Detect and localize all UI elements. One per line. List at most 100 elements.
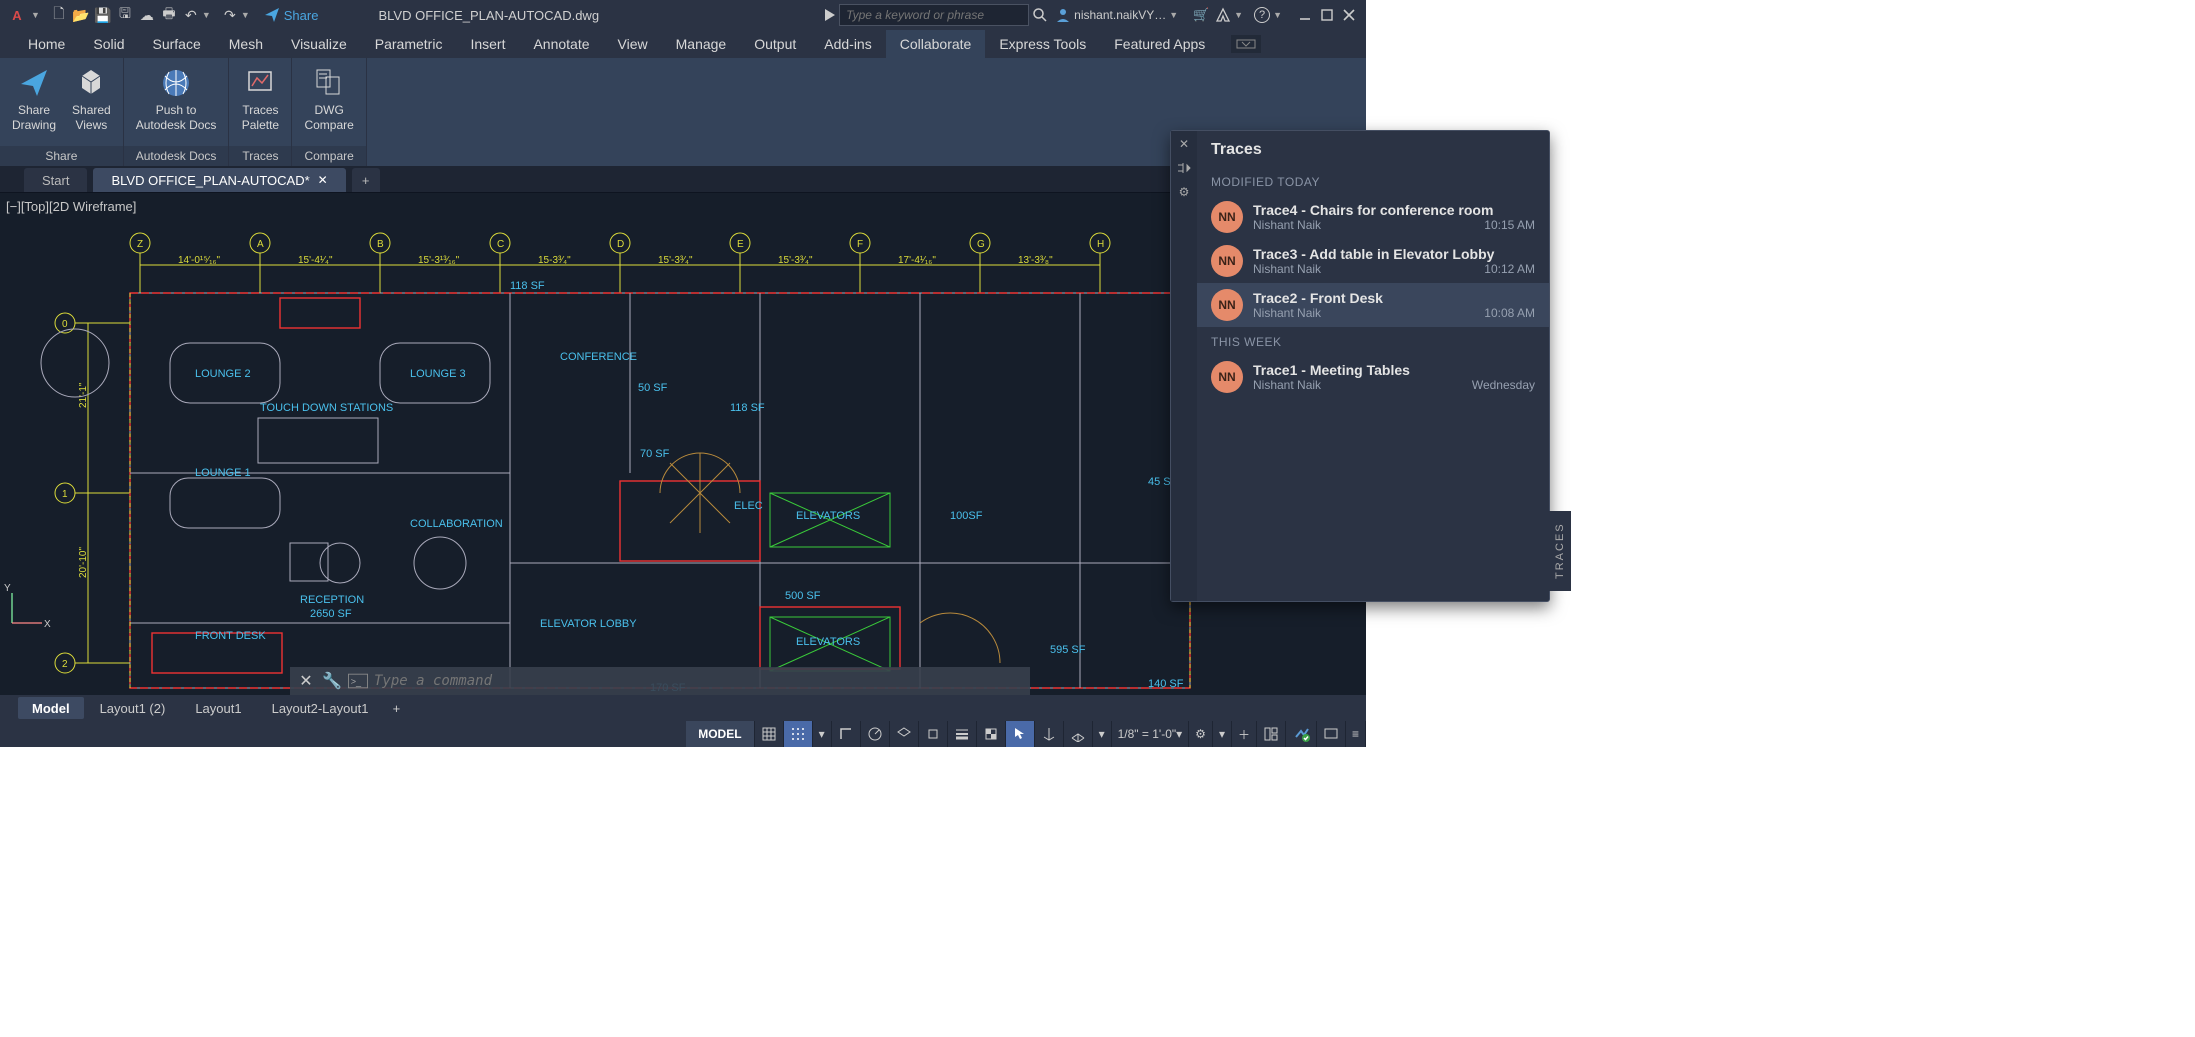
redo-caret[interactable]: ▼ [241, 10, 250, 20]
open-icon[interactable]: 📂 [70, 4, 92, 26]
traces-side-tab[interactable]: TRACES [1549, 511, 1571, 591]
ribbon-tab-manage[interactable]: Manage [662, 30, 741, 58]
trace-time: 10:12 AM [1484, 262, 1535, 276]
svg-text:ELEC: ELEC [734, 500, 763, 512]
status-dropdown3[interactable]: ▾ [1213, 721, 1232, 747]
undo-icon[interactable]: ↶ [180, 4, 202, 26]
saveas-icon[interactable]: 🖫 [114, 4, 136, 26]
svg-text:14'-0¹⁵⁄₁₆": 14'-0¹⁵⁄₁₆" [178, 255, 220, 266]
ribbon-push-to-docs[interactable]: Push toAutodesk Docs [130, 62, 223, 137]
ribbon-tab-collaborate[interactable]: Collaborate [886, 30, 986, 58]
svg-text:F: F [857, 239, 863, 250]
layout-tab[interactable]: Model [18, 697, 84, 719]
status-osnap-icon[interactable] [919, 721, 948, 747]
trace-item[interactable]: NNTrace4 - Chairs for conference roomNis… [1197, 195, 1549, 239]
autodesk-icon[interactable] [1212, 4, 1234, 26]
status-3dgrid-icon[interactable] [1064, 721, 1093, 747]
status-selection-icon[interactable] [1006, 721, 1035, 747]
ribbon-tab-parametric[interactable]: Parametric [361, 30, 457, 58]
doc-tab[interactable]: Start [24, 168, 87, 192]
svg-text:50 SF: 50 SF [638, 382, 668, 394]
svg-text:E: E [737, 239, 744, 250]
status-dropdown2[interactable]: ▾ [1093, 721, 1112, 747]
share-button[interactable]: Share [264, 7, 319, 23]
layout-tab-add-button[interactable]: + [384, 697, 408, 719]
status-plus-icon[interactable]: ＋ [1232, 721, 1257, 747]
redo-icon[interactable]: ↷ [219, 4, 241, 26]
ribbon-share-drawing[interactable]: ShareDrawing [6, 62, 62, 137]
ribbon-tab-view[interactable]: View [604, 30, 662, 58]
panel-close-icon[interactable]: ✕ [1175, 135, 1193, 153]
layout-tab[interactable]: Layout1 (2) [86, 697, 180, 719]
save-icon[interactable]: 💾 [92, 4, 114, 26]
doc-tab[interactable]: BLVD OFFICE_PLAN-AUTOCAD*✕ [93, 168, 345, 192]
ribbon-traces-palette[interactable]: TracesPalette [235, 62, 285, 137]
ribbon-dwg-compare[interactable]: DWGCompare [298, 62, 359, 137]
status-lineweight-icon[interactable] [948, 721, 977, 747]
svg-text:B: B [377, 239, 384, 250]
search-icon[interactable] [1029, 4, 1051, 26]
new-icon[interactable]: 🗋 [48, 4, 70, 26]
status-menu-icon[interactable]: ≡ [1346, 721, 1366, 747]
ribbon-tab-home[interactable]: Home [14, 30, 79, 58]
status-gizmo-icon[interactable] [1035, 721, 1064, 747]
ribbon-tab-mesh[interactable]: Mesh [215, 30, 277, 58]
status-ortho-icon[interactable] [832, 721, 861, 747]
app-menu-caret[interactable]: ▼ [31, 10, 40, 20]
maximize-button[interactable] [1320, 8, 1334, 22]
status-scale[interactable]: 1/8" = 1'-0" ▾ [1112, 721, 1190, 747]
command-line[interactable]: ✕ 🔧 >_ [290, 667, 1030, 695]
ribbon-tab-visualize[interactable]: Visualize [277, 30, 361, 58]
user-menu[interactable]: nishant.naikVY… ▼ [1055, 7, 1186, 23]
status-snap-icon[interactable] [784, 721, 813, 747]
status-dropdown-caret[interactable]: ▾ [813, 721, 832, 747]
undo-caret[interactable]: ▼ [202, 10, 211, 20]
layout-tab[interactable]: Layout2-Layout1 [258, 697, 383, 719]
ribbon-tab-annotate[interactable]: Annotate [519, 30, 603, 58]
ribbon-toggle-icon[interactable] [1231, 35, 1261, 53]
status-sync-icon[interactable] [1286, 721, 1317, 747]
doc-tab-add-button[interactable]: + [352, 168, 380, 192]
svg-text:>_: >_ [351, 677, 362, 687]
cmd-customize-icon[interactable]: 🔧 [322, 671, 342, 691]
ribbon-tab-insert[interactable]: Insert [456, 30, 519, 58]
layout-tab[interactable]: Layout1 [181, 697, 255, 719]
cmd-close-icon[interactable]: ✕ [296, 671, 316, 691]
status-grid-icon[interactable] [755, 721, 784, 747]
status-cleanscreen-icon[interactable] [1317, 721, 1346, 747]
command-input[interactable] [374, 673, 1024, 689]
status-polar-icon[interactable] [861, 721, 890, 747]
panel-pin-icon[interactable] [1175, 159, 1193, 177]
ribbon-shared-views[interactable]: SharedViews [66, 62, 117, 137]
trace-item[interactable]: NNTrace2 - Front DeskNishant Naik10:08 A… [1197, 283, 1549, 327]
web-mobile-icon[interactable]: ☁ [136, 4, 158, 26]
help-search-input[interactable] [839, 4, 1029, 26]
ribbon-tabbar: HomeSolidSurfaceMeshVisualizeParametricI… [0, 30, 1366, 58]
ribbon-tab-surface[interactable]: Surface [139, 30, 215, 58]
trace-item[interactable]: NNTrace3 - Add table in Elevator LobbyNi… [1197, 239, 1549, 283]
ribbon-tab-express-tools[interactable]: Express Tools [985, 30, 1100, 58]
doc-tab-close-icon[interactable]: ✕ [318, 173, 328, 187]
plot-icon[interactable]: 🖶 [158, 4, 180, 26]
ribbon-tab-solid[interactable]: Solid [79, 30, 138, 58]
ribbon-tab-output[interactable]: Output [740, 30, 810, 58]
status-gear-icon[interactable]: ⚙ [1189, 721, 1213, 747]
ribbon-tab-add-ins[interactable]: Add-ins [810, 30, 885, 58]
svg-text:H: H [1097, 239, 1104, 250]
close-button[interactable] [1342, 8, 1356, 22]
status-layout-icon[interactable] [1257, 721, 1286, 747]
status-transparency-icon[interactable] [977, 721, 1006, 747]
trace-item[interactable]: NNTrace1 - Meeting TablesNishant NaikWed… [1197, 355, 1549, 399]
app-logo: A [8, 6, 26, 24]
share-button-label: Share [284, 8, 319, 23]
minimize-button[interactable] [1298, 8, 1312, 22]
play-icon[interactable] [821, 4, 839, 26]
cart-icon[interactable]: 🛒 [1190, 4, 1212, 26]
ribbon-tab-featured-apps[interactable]: Featured Apps [1100, 30, 1219, 58]
drawing-canvas[interactable]: [−][Top][2D Wireframe] Y X ZABCDEFGH 14'… [0, 192, 1366, 695]
svg-text:15'-3³⁄₄": 15'-3³⁄₄" [778, 255, 813, 266]
status-isodraft-icon[interactable] [890, 721, 919, 747]
status-model-button[interactable]: MODEL [686, 721, 754, 747]
panel-settings-icon[interactable]: ⚙ [1175, 183, 1193, 201]
help-button[interactable]: ? [1251, 4, 1273, 26]
